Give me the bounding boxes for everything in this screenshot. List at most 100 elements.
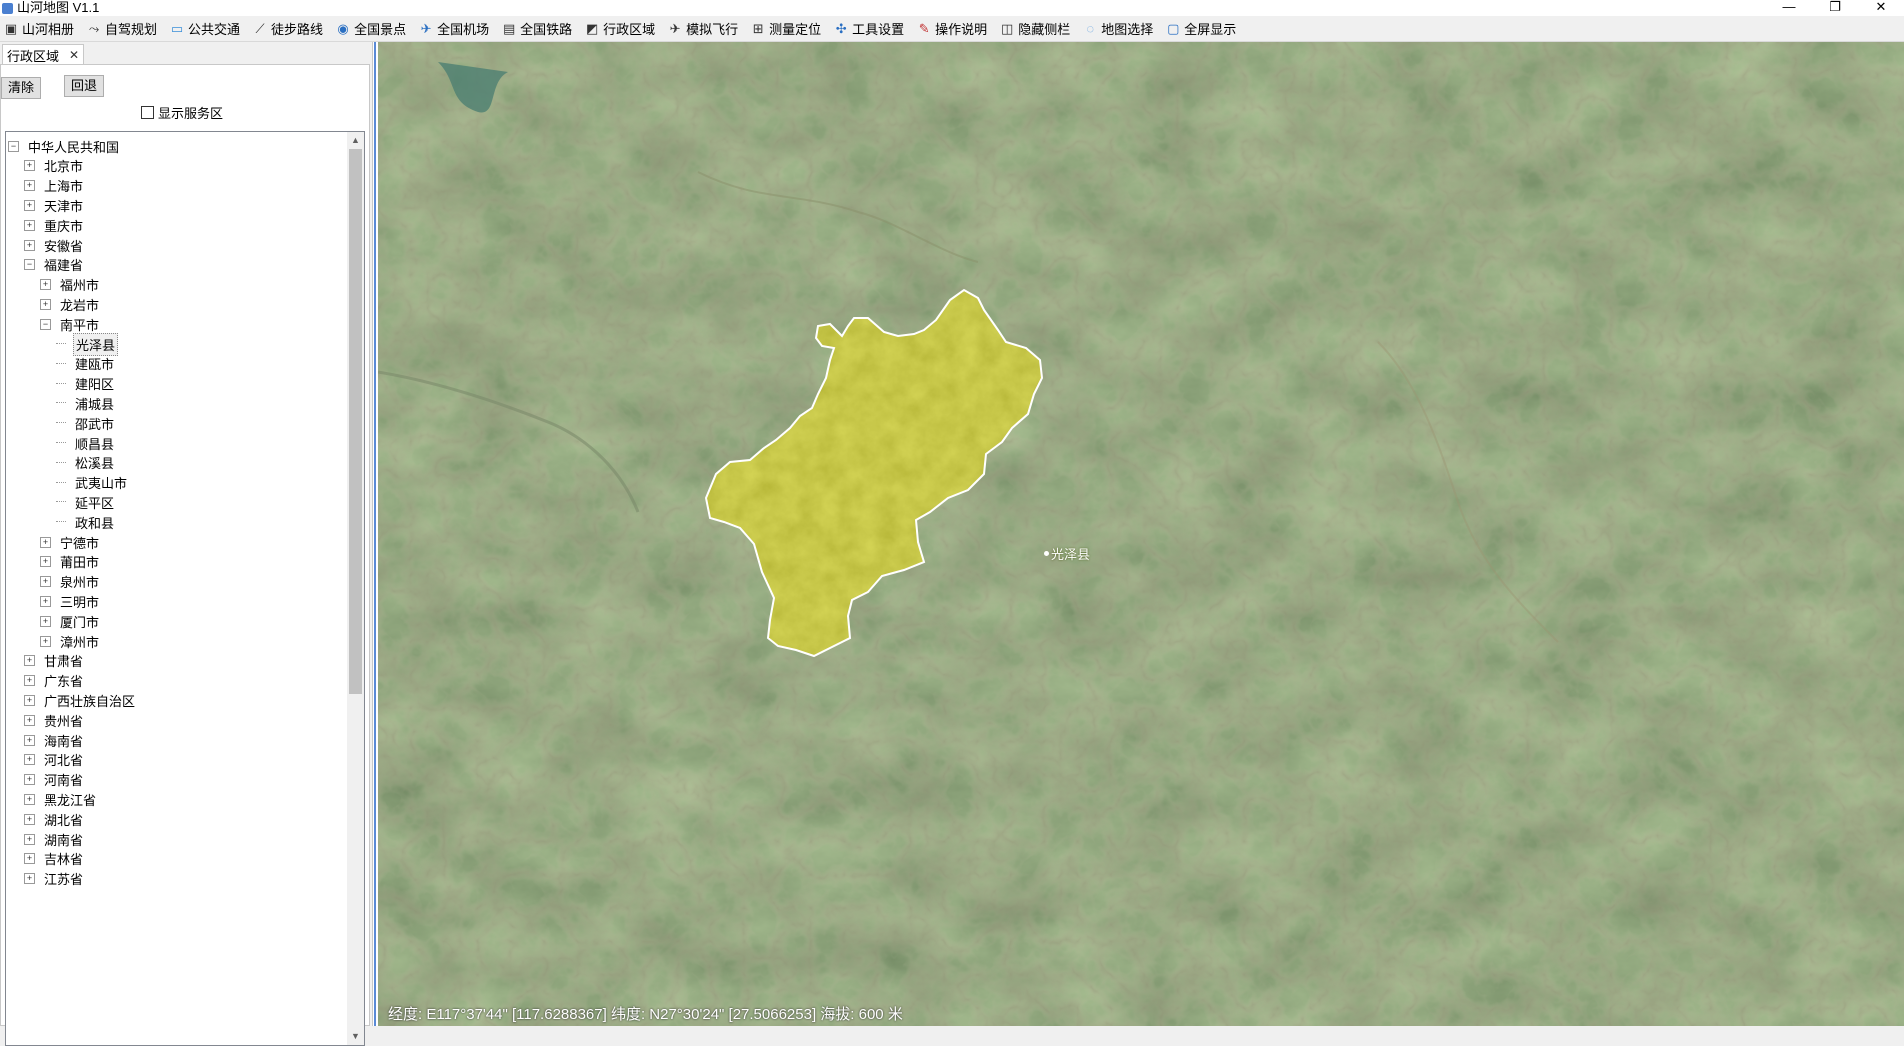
toolbar-label: 全屏显示: [1184, 22, 1237, 37]
toolbar-button-album[interactable]: ▣ 山河相册: [0, 18, 83, 40]
toolbar-button-bus[interactable]: ▭ 公共交通: [166, 18, 249, 40]
album-icon: ▣: [4, 20, 18, 36]
toolbar-button-tools[interactable]: ✣ 工具设置: [830, 18, 913, 40]
tree-item[interactable]: + 江苏省: [24, 867, 85, 891]
collapse-icon[interactable]: −: [8, 140, 19, 152]
toolbar-label: 山河相册: [22, 22, 75, 37]
fullscreen-icon: ▢: [1167, 20, 1180, 36]
walking-route-icon: ⟋: [255, 20, 265, 36]
toolbar-label: 测量定位: [769, 22, 822, 37]
map-view[interactable]: 光泽县 经度: E117°37'44" [117.6288367] 纬度: N2…: [378, 42, 1904, 1026]
toolbar-button-sidebar-toggle[interactable]: ◫ 隐藏侧栏: [996, 18, 1079, 40]
sidebar: 行政区域 ✕ 清除 回退 显示服务区 − 中华人民共和国 + 北京市 + 上海市 + 天津市 +…: [0, 42, 372, 1046]
tree-connector: [56, 501, 66, 503]
toolbar-button-airport[interactable]: ✈ 全国机场: [415, 18, 498, 40]
restore-button[interactable]: ❐: [1812, 0, 1858, 16]
minimize-button[interactable]: —: [1766, 0, 1812, 16]
airport-icon: ✈: [420, 20, 432, 36]
back-button[interactable]: 回退: [64, 75, 105, 97]
close-button[interactable]: ✕: [1858, 0, 1904, 16]
toolbar-label: 模拟飞行: [686, 22, 739, 37]
expand-icon[interactable]: +: [24, 675, 35, 687]
expand-icon[interactable]: +: [40, 635, 51, 647]
tree-connector: [56, 362, 66, 365]
sidebar-toggle-icon: ◫: [1001, 20, 1014, 36]
tab-close-icon[interactable]: ✕: [69, 48, 79, 62]
region-panel: 清除 回退 显示服务区 − 中华人民共和国 + 北京市 + 上海市 + 天津市 + 重庆市 + 安徽省…: [0, 64, 370, 1046]
bus-icon: ▭: [170, 20, 184, 36]
expand-icon[interactable]: +: [24, 180, 35, 192]
scroll-down-icon[interactable]: ▼: [347, 1028, 364, 1045]
toolbar-button-railway[interactable]: ▤ 全国铁路: [498, 18, 581, 40]
toolbar-label: 隐藏侧栏: [1018, 22, 1071, 37]
expand-icon[interactable]: +: [24, 734, 35, 746]
toolbar-button-walking-route[interactable]: ⟋ 徒步路线: [249, 18, 332, 40]
tools-icon: ✣: [835, 20, 847, 36]
show-service-area-checkbox[interactable]: 显示服务区: [141, 103, 223, 122]
expand-icon[interactable]: +: [24, 160, 35, 172]
toolbar-button-fullscreen[interactable]: ▢ 全屏显示: [1162, 18, 1245, 40]
clear-button[interactable]: 清除: [1, 77, 42, 99]
toolbar-label: 全国景点: [354, 22, 407, 37]
toolbar-button-flight[interactable]: ✈ 模拟飞行: [664, 18, 747, 40]
expand-icon[interactable]: +: [40, 279, 51, 291]
expand-icon[interactable]: +: [40, 576, 51, 588]
tree-connector: [56, 481, 66, 484]
region-icon: ◩: [585, 20, 599, 36]
expand-icon[interactable]: +: [40, 536, 51, 548]
expand-icon[interactable]: +: [24, 655, 35, 667]
tree-scrollbar[interactable]: ▲ ▼: [347, 132, 364, 1045]
expand-icon[interactable]: +: [40, 556, 51, 568]
expand-icon[interactable]: +: [24, 694, 35, 706]
toolbar-button-region[interactable]: ◩ 行政区域: [581, 18, 664, 40]
toolbar-label: 公共交通: [188, 22, 241, 37]
checkbox-box[interactable]: [141, 106, 154, 119]
collapse-icon[interactable]: −: [40, 318, 51, 330]
region-map-label: 光泽县: [1044, 544, 1090, 563]
expand-icon[interactable]: +: [24, 793, 35, 805]
measure-icon: ⊞: [752, 20, 764, 36]
railway-icon: ▤: [502, 20, 516, 36]
tab-administrative-region[interactable]: 行政区域 ✕: [2, 44, 85, 65]
toolbar-label: 工具设置: [852, 22, 905, 37]
expand-icon[interactable]: +: [24, 833, 35, 845]
expand-icon[interactable]: +: [24, 239, 35, 251]
expand-icon[interactable]: +: [24, 714, 35, 726]
collapse-icon[interactable]: −: [24, 259, 35, 271]
tree-connector: [56, 343, 66, 345]
expand-icon[interactable]: +: [24, 199, 35, 211]
expand-icon[interactable]: +: [40, 595, 51, 607]
scenic-spot-icon: ◉: [337, 20, 349, 36]
expand-icon[interactable]: +: [24, 813, 35, 825]
toolbar-label: 操作说明: [935, 22, 988, 37]
toolbar-button-measure[interactable]: ⊞ 测量定位: [747, 18, 830, 40]
window-title: 山河地图 V1.1: [17, 0, 100, 15]
help-icon: ✎: [918, 20, 930, 36]
scroll-up-icon[interactable]: ▲: [347, 132, 364, 149]
expand-icon[interactable]: +: [24, 219, 35, 231]
satellite-imagery: [378, 42, 1904, 1026]
coordinate-status: 经度: E117°37'44" [117.6288367] 纬度: N27°30…: [388, 1006, 903, 1023]
expand-icon[interactable]: +: [24, 873, 35, 885]
toolbar-button-car-route[interactable]: ⤳ 自驾规划: [83, 18, 166, 40]
map-select-icon: ◌: [1086, 21, 1095, 36]
expand-icon[interactable]: +: [24, 774, 35, 786]
expand-icon[interactable]: +: [40, 298, 51, 310]
toolbar-label: 全国铁路: [520, 22, 573, 37]
checkbox-label: 显示服务区: [158, 106, 224, 121]
toolbar-label: 徒步路线: [271, 22, 324, 37]
toolbar-button-map-select[interactable]: ◌ 地图选择: [1079, 18, 1162, 40]
flight-icon: ✈: [669, 20, 681, 36]
tree-item-label: 江苏省: [44, 872, 84, 888]
location-dot-icon: [1044, 551, 1049, 556]
toolbar-label: 全国机场: [437, 22, 490, 37]
tree-connector: [56, 422, 66, 424]
expand-icon[interactable]: +: [40, 615, 51, 627]
toolbar-label: 地图选择: [1101, 22, 1154, 37]
toolbar: ▣ 山河相册 ⤳ 自驾规划 ▭ 公共交通 ⟋ 徒步路线 ◉ 全国景点 ✈ 全国机场 ▤ 全国铁路 ◩ 行政区域…: [0, 16, 1904, 42]
expand-icon[interactable]: +: [24, 853, 35, 865]
toolbar-button-scenic-spot[interactable]: ◉ 全国景点: [332, 18, 415, 40]
expand-icon[interactable]: +: [24, 754, 35, 766]
toolbar-button-help[interactable]: ✎ 操作说明: [913, 18, 996, 40]
scroll-thumb[interactable]: [349, 149, 362, 694]
